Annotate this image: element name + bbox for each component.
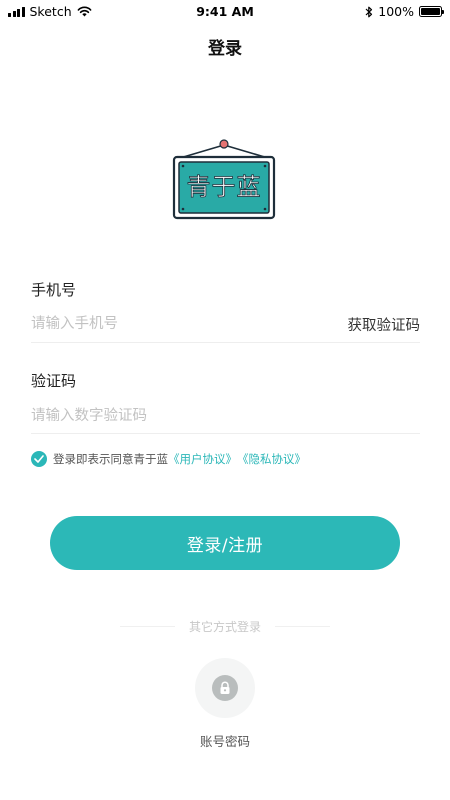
privacy-policy-link[interactable]: 《隐私协议》 (237, 451, 306, 467)
battery-icon (419, 6, 444, 17)
lock-icon-badge (212, 675, 238, 701)
app-logo: 青于蓝 (171, 138, 277, 222)
phone-label: 手机号 (31, 281, 77, 299)
bluetooth-icon (365, 6, 373, 17)
page-title: 登录 (208, 39, 242, 59)
lock-icon (220, 681, 230, 694)
agreement-text: 登录即表示同意青于蓝 (53, 452, 168, 466)
get-code-button[interactable]: 获取验证码 (348, 314, 421, 335)
agreement-row: 登录即表示同意青于蓝 《用户协议》 《隐私协议》 (31, 451, 306, 467)
logo-text: 青于蓝 (187, 173, 262, 201)
password-login-label: 账号密码 (199, 734, 250, 749)
login-register-button[interactable]: 登录/注册 (50, 516, 400, 570)
check-icon (34, 455, 44, 463)
battery-percent: 100% (378, 4, 414, 19)
user-agreement-link[interactable]: 《用户协议》 (168, 451, 237, 467)
agreement-checkbox[interactable] (31, 451, 47, 467)
divider-right (275, 626, 330, 627)
hanging-sign-logo: 青于蓝 (172, 139, 276, 220)
status-bar-right: 100% (365, 4, 444, 19)
code-label: 验证码 (31, 372, 77, 390)
other-methods-title: 其它方式登录 (188, 620, 261, 634)
phone-divider (31, 342, 420, 343)
code-divider (31, 433, 420, 434)
status-bar: Sketch 9:41 AM 100% (0, 0, 450, 24)
code-input[interactable] (31, 405, 411, 427)
password-login-button[interactable] (195, 658, 255, 718)
phone-input[interactable] (31, 313, 321, 335)
